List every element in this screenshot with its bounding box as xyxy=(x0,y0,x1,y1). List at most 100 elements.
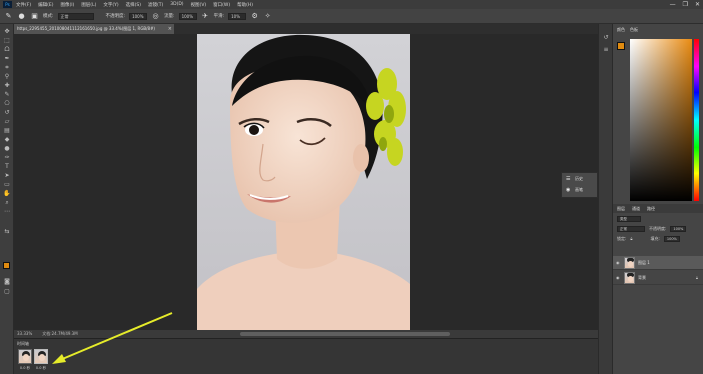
quick-select-tool-icon[interactable]: ✒ xyxy=(3,55,11,62)
portrait-illustration xyxy=(197,34,410,330)
lock-label: 锁定: xyxy=(617,236,627,241)
menu-help[interactable]: 帮助(H) xyxy=(237,2,253,8)
collapsed-panel-group: ☰ 历史 ◉ 画笔 xyxy=(561,172,598,198)
menu-3d[interactable]: 3D(D) xyxy=(170,2,183,7)
crop-tool-icon[interactable]: ⌗ xyxy=(3,64,11,71)
swap-colors-icon[interactable]: ⇆ xyxy=(3,228,11,235)
lasso-tool-icon[interactable]: ᗝ xyxy=(3,46,11,53)
foreground-color-swatch[interactable] xyxy=(3,262,10,269)
eraser-tool-icon[interactable]: ▱ xyxy=(3,118,11,125)
color-picker-field[interactable] xyxy=(630,39,692,201)
brush-size-icon[interactable]: ● xyxy=(17,12,26,21)
hue-slider[interactable] xyxy=(694,39,699,201)
eyedropper-tool-icon[interactable]: ⚲ xyxy=(3,73,11,80)
tab-swatches[interactable]: 色板 xyxy=(630,27,638,35)
menu-view[interactable]: 视图(V) xyxy=(191,2,207,8)
frame-thumbnail-2[interactable] xyxy=(34,349,48,364)
properties-icon[interactable]: ≡ xyxy=(602,46,610,53)
more-tools-icon[interactable]: ⋯ xyxy=(3,208,11,215)
menu-select[interactable]: 选择(S) xyxy=(126,2,141,8)
opacity-field[interactable]: 100% xyxy=(129,12,148,20)
healing-brush-tool-icon[interactable]: ✚ xyxy=(3,82,11,89)
panel-dock: ↺ ≡ xyxy=(598,24,612,374)
document-tab-strip: https_2295455_201008041112161650.jpg @ 3… xyxy=(14,24,598,34)
lock-icon[interactable]: 🔒︎ xyxy=(630,234,632,244)
layer-row[interactable]: ◉ 背景 🔒︎ xyxy=(613,271,703,285)
mini-panel-item-history[interactable]: ☰ 历史 xyxy=(562,173,597,184)
dodge-tool-icon[interactable]: ● xyxy=(3,145,11,152)
zoom-level[interactable]: 33.33% xyxy=(17,330,32,338)
path-select-tool-icon[interactable]: ➤ xyxy=(3,172,11,179)
restore-icon[interactable]: ❐ xyxy=(683,1,688,8)
layer-kind-filter[interactable]: 类型 xyxy=(617,216,641,222)
mini-panel-item-brush[interactable]: ◉ 画笔 xyxy=(562,184,597,195)
tab-paths[interactable]: 路径 xyxy=(647,204,655,213)
menu-file[interactable]: 文件(F) xyxy=(16,2,31,8)
frame-face xyxy=(39,354,45,361)
menu-layer[interactable]: 图层(L) xyxy=(81,2,96,8)
close-icon[interactable]: ✕ xyxy=(695,1,700,8)
layer-thumb-face xyxy=(628,260,633,267)
pressure-opacity-icon[interactable]: ◎ xyxy=(151,12,160,21)
quick-mask-icon[interactable]: ◙ xyxy=(3,278,11,285)
settings-gear-icon[interactable]: ⚙ xyxy=(250,12,259,21)
minimize-icon[interactable]: — xyxy=(670,1,676,8)
frame-label-1: 0.0 秒 xyxy=(19,366,31,370)
move-tool-icon[interactable]: ✥ xyxy=(3,28,11,35)
zoom-tool-icon[interactable]: ⌕ xyxy=(3,199,11,206)
screen-mode-icon[interactable]: ▢ xyxy=(3,288,11,295)
horizontal-scrollbar[interactable] xyxy=(240,332,450,336)
tools-panel: ✥ ⬚ ᗝ ✒ ⌗ ⚲ ✚ ✎ ⎔ ↺ ▱ ▤ ◆ ● ✑ T ➤ ▭ ✋ ⌕ … xyxy=(0,24,14,374)
mini-panel-label: 历史 xyxy=(575,175,583,181)
visibility-eye-icon[interactable]: ◉ xyxy=(616,275,621,280)
menu-bar: Ps 文件(F) 编辑(E) 图像(I) 图层(L) 文字(Y) 选择(S) 滤… xyxy=(0,0,703,9)
portrait-photo[interactable] xyxy=(197,34,410,330)
brush-tool-icon[interactable]: ✎ xyxy=(3,91,11,98)
window-controls: — ❐ ✕ xyxy=(670,1,700,8)
canvas-area[interactable] xyxy=(14,34,598,330)
layer-row[interactable]: ◉ 图层 1 xyxy=(613,256,703,270)
clone-stamp-tool-icon[interactable]: ⎔ xyxy=(3,100,11,107)
color-panel-fg-swatch[interactable] xyxy=(617,42,625,50)
document-tab-title: https_2295455_201008041112161650.jpg @ 3… xyxy=(17,26,155,31)
tab-close-icon[interactable]: × xyxy=(168,24,172,34)
menu-window[interactable]: 窗口(W) xyxy=(213,2,230,8)
menu-type[interactable]: 文字(Y) xyxy=(103,2,118,8)
history-icon[interactable]: ↺ xyxy=(602,34,610,41)
layer-name: 背景 xyxy=(638,274,646,280)
frame-face xyxy=(23,354,29,361)
menu-edit[interactable]: 编辑(E) xyxy=(38,2,53,8)
mode-label: 模式: xyxy=(43,14,54,19)
visibility-eye-icon[interactable]: ◉ xyxy=(616,260,621,265)
brush-icon[interactable]: ✎ xyxy=(4,12,13,21)
brush-panel-icon[interactable]: ▣ xyxy=(30,12,39,21)
blend-mode-select[interactable]: 正常 xyxy=(617,226,645,232)
layer-opacity-field[interactable]: 100% xyxy=(670,226,687,232)
menu-filter[interactable]: 滤镜(T) xyxy=(148,2,163,8)
menu-image[interactable]: 图像(I) xyxy=(60,2,74,8)
layer-thumb-face xyxy=(628,275,633,282)
fill-field[interactable]: 100% xyxy=(663,236,680,242)
smoothing-field[interactable]: 10% xyxy=(228,12,247,20)
marquee-tool-icon[interactable]: ⬚ xyxy=(3,37,11,44)
tab-color[interactable]: 颜色 xyxy=(617,27,625,35)
pen-tool-icon[interactable]: ✑ xyxy=(3,154,11,161)
color-panel-tabs: 颜色 色板 xyxy=(613,27,703,35)
type-tool-icon[interactable]: T xyxy=(3,163,11,170)
mode-select[interactable]: 正常 xyxy=(57,12,94,20)
history-brush-tool-icon[interactable]: ↺ xyxy=(3,109,11,116)
tab-layers[interactable]: 图层 xyxy=(617,204,625,213)
hand-tool-icon[interactable]: ✋ xyxy=(3,190,11,197)
symmetry-icon[interactable]: ✧ xyxy=(263,12,272,21)
shape-tool-icon[interactable]: ▭ xyxy=(3,181,11,188)
airbrush-icon[interactable]: ✈ xyxy=(201,12,210,21)
document-tab[interactable]: https_2295455_201008041112161650.jpg @ 3… xyxy=(14,24,174,34)
opacity-label: 不透明度: xyxy=(105,14,126,19)
gradient-tool-icon[interactable]: ▤ xyxy=(3,127,11,134)
blur-tool-icon[interactable]: ◆ xyxy=(3,136,11,143)
mini-panel-label: 画笔 xyxy=(575,186,583,192)
frame-thumbnail-1[interactable] xyxy=(18,349,32,364)
flow-field[interactable]: 100% xyxy=(178,12,197,20)
tab-channels[interactable]: 通道 xyxy=(632,204,640,213)
layer-name: 图层 1 xyxy=(638,259,650,265)
